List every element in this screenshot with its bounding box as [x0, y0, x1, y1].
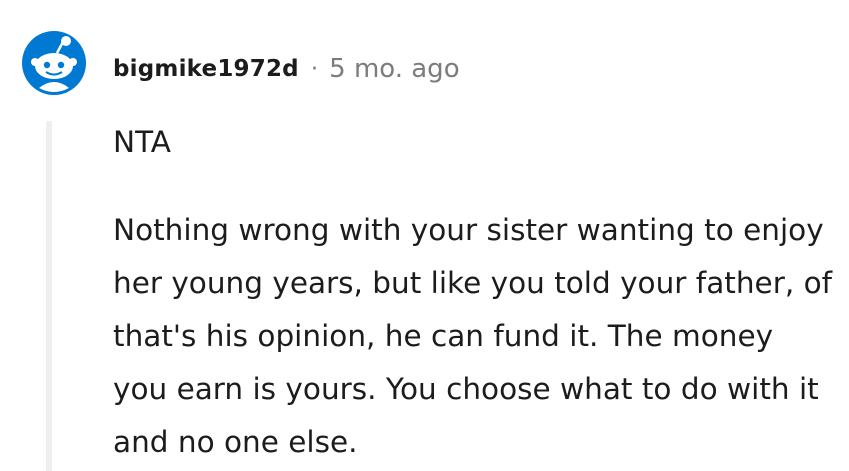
comment-timestamp[interactable]: 5 mo. ago	[329, 54, 459, 84]
comment-paragraph: NTA	[113, 125, 171, 159]
snoo-avatar-icon	[22, 31, 86, 95]
separator-dot: ·	[310, 56, 319, 82]
comment-paragraph: Nothing wrong with your sister wanting t…	[113, 213, 833, 459]
user-avatar[interactable]	[21, 30, 87, 96]
comment-body: NTA Nothing wrong with your sister wanti…	[113, 116, 833, 469]
comment-header: bigmike1972d · 5 mo. ago	[113, 49, 460, 89]
comment: bigmike1972d · 5 mo. ago NTA Nothing wro…	[0, 0, 849, 471]
thread-collapse-line[interactable]	[46, 121, 52, 471]
username-link[interactable]: bigmike1972d	[113, 56, 299, 82]
